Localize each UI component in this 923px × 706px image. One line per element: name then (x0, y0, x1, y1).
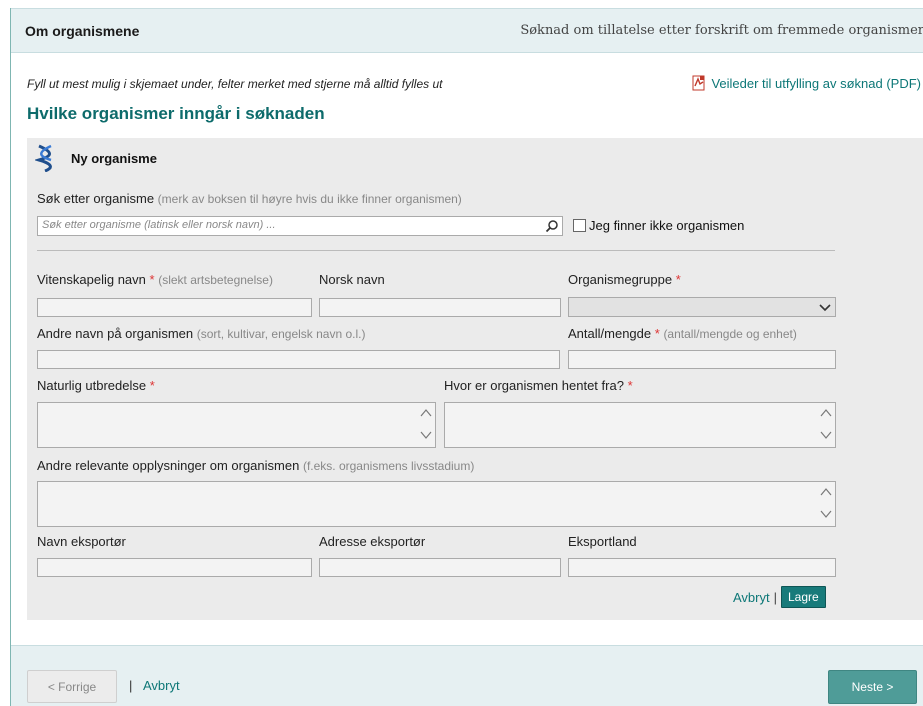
form-actions: Avbryt | Lagre (733, 586, 826, 608)
origin-label-row: Hvor er organismen hentet fra? * (444, 378, 633, 393)
footer-separator: | (129, 678, 133, 693)
organism-search-input[interactable]: Søk etter organisme (latinsk eller norsk… (37, 216, 563, 236)
origin-label: Hvor er organismen hentet fra? (444, 378, 624, 393)
scroll-down-icon[interactable] (819, 507, 833, 521)
exporter-name-label: Navn eksportør (37, 534, 126, 549)
other-names-label: Andre navn på organismen (37, 326, 194, 341)
footer-cancel-link[interactable]: Avbryt (143, 678, 180, 693)
search-placeholder: Søk etter organisme (latinsk eller norsk… (42, 219, 276, 231)
search-label-row: Søk etter organisme (merk av boksen til … (37, 191, 462, 206)
next-button[interactable]: Neste > (828, 670, 917, 704)
panel-title: Ny organisme (71, 151, 157, 166)
required-marker: * (149, 272, 155, 287)
scientific-name-input[interactable] (37, 298, 312, 317)
natural-range-textarea[interactable] (37, 402, 436, 448)
natural-range-label: Naturlig utbredelse (37, 378, 147, 393)
dna-icon (35, 144, 52, 172)
search-label: Søk etter organisme (37, 191, 155, 206)
other-info-textarea[interactable] (37, 481, 836, 527)
page-frame: Om organismene Søknad om tillatelse ette… (10, 8, 923, 706)
new-organism-panel: Ny organisme Søk etter organisme (merk a… (27, 138, 923, 620)
other-info-label-row: Andre relevante opplysninger om organism… (37, 458, 474, 473)
scientific-name-label-row: Vitenskapelig navn * (slekt artsbetegnel… (37, 272, 273, 287)
other-names-hint: (sort, kultivar, engelsk navn o.l.) (196, 327, 366, 341)
organism-group-select[interactable] (568, 297, 836, 317)
organism-group-label-row: Organismegruppe * (568, 272, 681, 287)
scroll-down-icon[interactable] (419, 428, 433, 442)
other-info-hint: (f.eks. organismens livsstadium) (302, 459, 475, 473)
export-country-input[interactable] (568, 558, 836, 577)
section-title: Hvilke organismer inngår i søknaden (27, 104, 325, 123)
norwegian-name-label: Norsk navn (319, 272, 385, 287)
search-icon[interactable] (545, 219, 559, 233)
scroll-up-icon[interactable] (819, 485, 833, 499)
form-instruction: Fyll ut mest mulig i skjemaet under, fel… (27, 77, 443, 91)
other-info-label: Andre relevante opplysninger om organism… (37, 458, 300, 473)
scientific-name-hint: (slekt artsbetegnelse) (158, 273, 273, 287)
not-found-checkbox[interactable] (573, 219, 586, 232)
pdf-icon (692, 75, 705, 91)
divider (37, 250, 835, 251)
quantity-label: Antall/mengde (568, 326, 652, 341)
action-separator: | (773, 589, 777, 605)
origin-textarea[interactable] (444, 402, 836, 448)
application-title: Søknad om tillatelse etter forskrift om … (520, 23, 923, 38)
search-hint: (merk av boksen til høyre hvis du ikke f… (157, 192, 462, 206)
guide-pdf-label: Veileder til utfylling av søknad (PDF) (711, 75, 921, 91)
norwegian-name-input[interactable] (319, 298, 561, 317)
quantity-label-row: Antall/mengde * (antall/mengde og enhet) (568, 326, 797, 341)
not-found-label: Jeg finner ikke organismen (589, 218, 745, 233)
exporter-address-input[interactable] (319, 558, 561, 577)
scientific-name-label: Vitenskapelig navn (37, 272, 146, 287)
quantity-hint: (antall/mengde og enhet) (663, 327, 797, 341)
save-button[interactable]: Lagre (781, 586, 826, 608)
required-marker: * (675, 272, 681, 287)
previous-button[interactable]: < Forrige (27, 670, 117, 703)
export-country-label: Eksportland (568, 534, 637, 549)
page-title: Om organismene (25, 23, 140, 39)
other-names-input[interactable] (37, 350, 560, 369)
scroll-up-icon[interactable] (419, 406, 433, 420)
scroll-up-icon[interactable] (819, 406, 833, 420)
not-found-option[interactable]: Jeg finner ikke organismen (573, 218, 744, 233)
natural-range-label-row: Naturlig utbredelse * (37, 378, 155, 393)
organism-group-label: Organismegruppe (568, 272, 673, 287)
other-names-label-row: Andre navn på organismen (sort, kultivar… (37, 326, 365, 341)
required-marker: * (149, 378, 155, 393)
exporter-name-input[interactable] (37, 558, 312, 577)
cancel-link[interactable]: Avbryt (733, 590, 770, 605)
page-footer: < Forrige | Avbryt Neste > (11, 645, 923, 706)
guide-pdf-link[interactable]: Veileder til utfylling av søknad (PDF) (691, 75, 921, 91)
page-header: Om organismene Søknad om tillatelse ette… (11, 8, 923, 53)
required-marker: * (627, 378, 633, 393)
required-marker: * (654, 326, 660, 341)
exporter-address-label: Adresse eksportør (319, 534, 426, 549)
quantity-input[interactable] (568, 350, 836, 369)
chevron-down-icon (819, 304, 831, 312)
scroll-down-icon[interactable] (819, 428, 833, 442)
